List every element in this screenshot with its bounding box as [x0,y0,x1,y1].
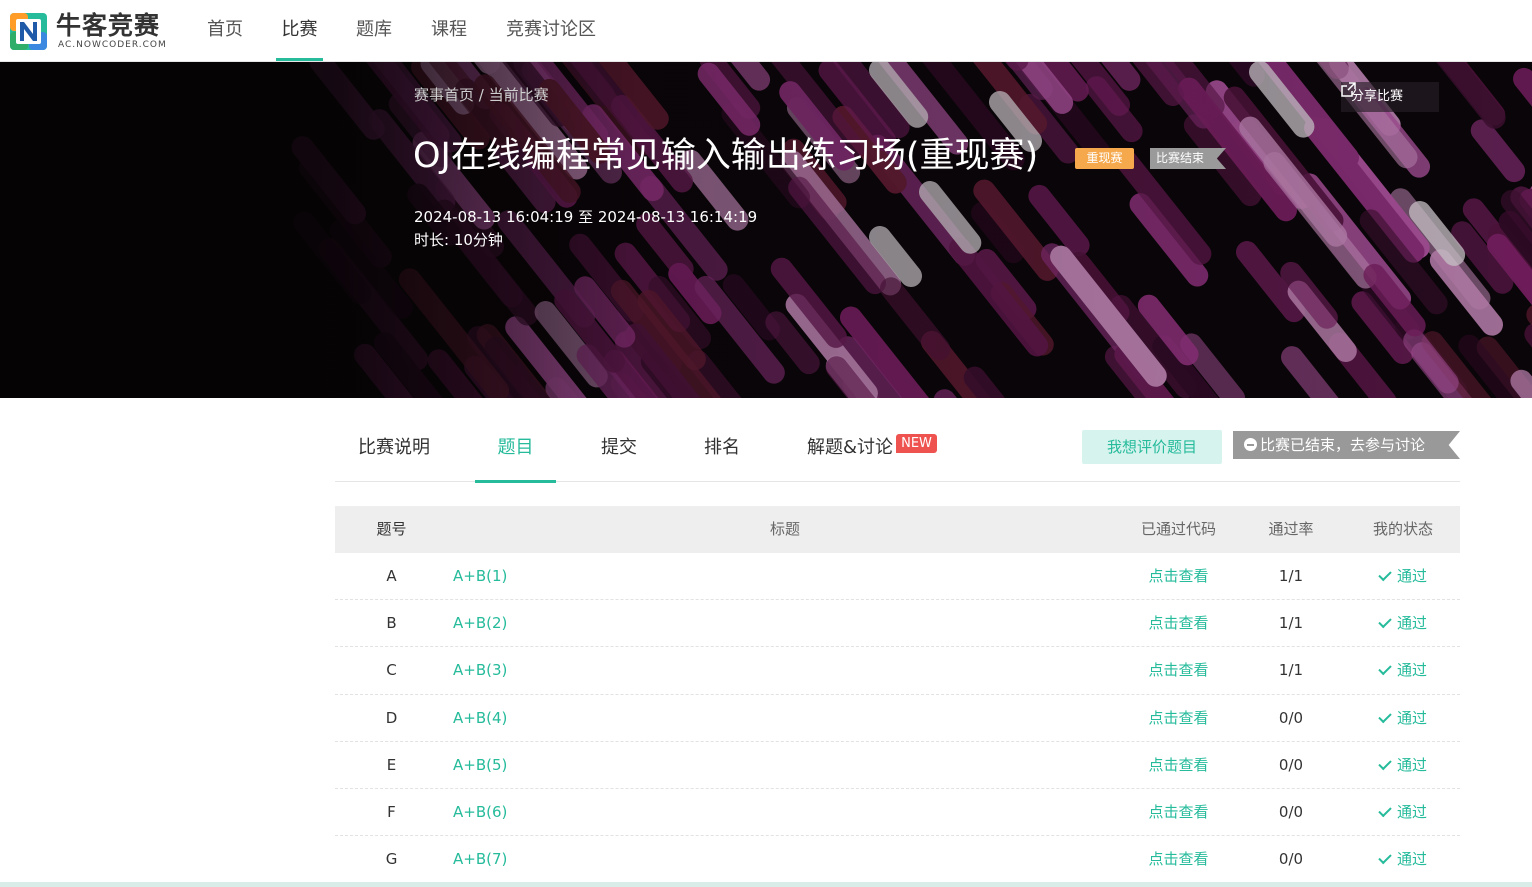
pass-rate: 1/1 [1278,614,1304,633]
rate-problems-button[interactable]: 我想评价题目 [1082,430,1222,464]
logo-title: 牛客竞赛 [56,11,161,40]
problem-id: B [386,614,397,633]
my-status: 通过 [1346,836,1460,882]
join-discussion-label: 比赛已结束，去参与讨论 [1260,436,1426,454]
tab-problems[interactable]: 题目 [475,412,556,483]
status-label: 通过 [1396,567,1427,585]
my-status: 通过 [1346,789,1460,835]
problem-id: A [386,567,397,585]
nowcoder-logo-icon [10,13,47,50]
pass-rate: 0/0 [1278,708,1304,727]
header-title: 标题 [769,520,800,538]
check-icon [1378,662,1392,676]
status-label: 通过 [1396,614,1427,633]
problem-title-link[interactable]: A+B(6) [453,789,507,835]
my-status: 通过 [1346,742,1460,788]
problem-id: G [385,850,398,869]
header-accepted-code: 已通过代码 [1140,520,1216,538]
nav-courses[interactable]: 课程 [430,0,468,61]
replay-tag: 重现赛 [1075,148,1134,169]
bottom-strip [0,882,1532,887]
tab-contest-info[interactable]: 比赛说明 [357,412,431,482]
problem-id: C [386,661,397,680]
check-icon [1378,850,1392,865]
logo-subtitle: AC.NOWCODER.COM [58,40,167,50]
contest-title: OJ在线编程常见输入输出练习场(重现赛) [413,136,1039,176]
problem-id: E [386,755,397,774]
contest-duration: 时长: 10分钟 [414,231,503,249]
status-label: 通过 [1396,661,1427,680]
problem-title-link[interactable]: A+B(2) [453,600,507,646]
table-row: C A+B(3) 点击查看 1/1 通过 [335,647,1460,695]
site-logo[interactable]: 牛客竞赛 AC.NOWCODER.COM [10,12,170,52]
table-row: E A+B(5) 点击查看 0/0 通过 [335,742,1460,789]
check-icon [1378,709,1392,723]
view-code-link[interactable]: 点击查看 [1121,600,1236,646]
header-pass-rate: 通过率 [1268,520,1314,538]
banner-background-art [0,62,1532,398]
top-navbar: 牛客竞赛 AC.NOWCODER.COM 首页 比赛 题库 课程 竞赛讨论区 [0,0,1532,62]
nav-problem-bank[interactable]: 题库 [355,0,393,61]
view-code-link[interactable]: 点击查看 [1121,836,1236,882]
problem-id: D [385,708,398,727]
share-contest-button[interactable]: 分享比赛 [1341,82,1439,112]
table-body: A A+B(1) 点击查看 1/1 通过 B A+B(2) 点击查看 1/1 通… [335,553,1460,884]
check-icon [1378,614,1392,629]
table-row: G A+B(7) 点击查看 0/0 通过 [335,836,1460,884]
nav-home[interactable]: 首页 [206,0,244,61]
problem-table: 题号 标题 已通过代码 通过率 我的状态 A A+B(1) 点击查看 1/1 通… [335,506,1460,884]
nav-discussion[interactable]: 竞赛讨论区 [505,0,597,61]
view-code-link[interactable]: 点击查看 [1121,647,1236,693]
problem-title-link[interactable]: A+B(1) [453,553,507,599]
status-label: 通过 [1396,708,1427,727]
check-icon [1378,756,1392,770]
my-status: 通过 [1346,647,1460,693]
check-icon [1378,567,1392,582]
view-code-link[interactable]: 点击查看 [1121,789,1236,835]
new-badge: NEW [896,434,937,453]
share-icon [1341,82,1356,97]
header-my-status: 我的状态 [1372,520,1433,538]
status-label: 通过 [1396,755,1427,774]
table-header: 题号 标题 已通过代码 通过率 我的状态 [335,506,1460,553]
join-discussion-button[interactable]: 比赛已结束，去参与讨论 [1233,431,1460,459]
table-row: B A+B(2) 点击查看 1/1 通过 [335,600,1460,648]
breadcrumb-home[interactable]: 赛事首页 [414,86,474,104]
contest-ended-tag: 比赛结束 [1150,148,1226,169]
breadcrumb-current[interactable]: 当前比赛 [489,86,549,104]
tab-submissions[interactable]: 提交 [600,412,638,482]
contest-banner: 赛事首页 / 当前比赛 OJ在线编程常见输入输出练习场(重现赛) 重现赛 比赛结… [0,62,1532,398]
breadcrumb-separator: / [474,86,489,104]
view-code-link[interactable]: 点击查看 [1121,695,1236,741]
problem-title-link[interactable]: A+B(3) [453,647,507,693]
problem-title-link[interactable]: A+B(5) [453,742,507,788]
my-status: 通过 [1346,553,1460,599]
problem-id: F [387,802,396,821]
pass-rate: 1/1 [1278,567,1304,585]
table-row: D A+B(4) 点击查看 0/0 通过 [335,695,1460,742]
pass-rate: 0/0 [1278,755,1304,774]
check-icon [1378,803,1392,818]
problem-title-link[interactable]: A+B(4) [453,695,507,741]
status-label: 通过 [1396,850,1427,869]
breadcrumb: 赛事首页 / 当前比赛 [414,84,549,105]
table-row: F A+B(6) 点击查看 0/0 通过 [335,789,1460,837]
contest-time-range: 2024-08-13 16:04:19 至 2024-08-13 16:14:1… [414,208,758,226]
my-status: 通过 [1346,600,1460,646]
minus-circle-icon [1244,438,1257,451]
pass-rate: 0/0 [1278,802,1304,821]
status-label: 通过 [1396,802,1427,821]
pass-rate: 0/0 [1278,850,1304,869]
share-contest-label: 分享比赛 [1351,89,1404,104]
tab-rankings[interactable]: 排名 [703,412,741,482]
tab-solutions-discussion[interactable]: 解题&讨论 [807,412,893,482]
problem-title-link[interactable]: A+B(7) [453,836,507,882]
view-code-link[interactable]: 点击查看 [1121,553,1236,599]
pass-rate: 1/1 [1278,661,1304,680]
view-code-link[interactable]: 点击查看 [1121,742,1236,788]
my-status: 通过 [1346,695,1460,741]
nav-contest[interactable]: 比赛 [276,0,323,61]
table-row: A A+B(1) 点击查看 1/1 通过 [335,553,1460,601]
